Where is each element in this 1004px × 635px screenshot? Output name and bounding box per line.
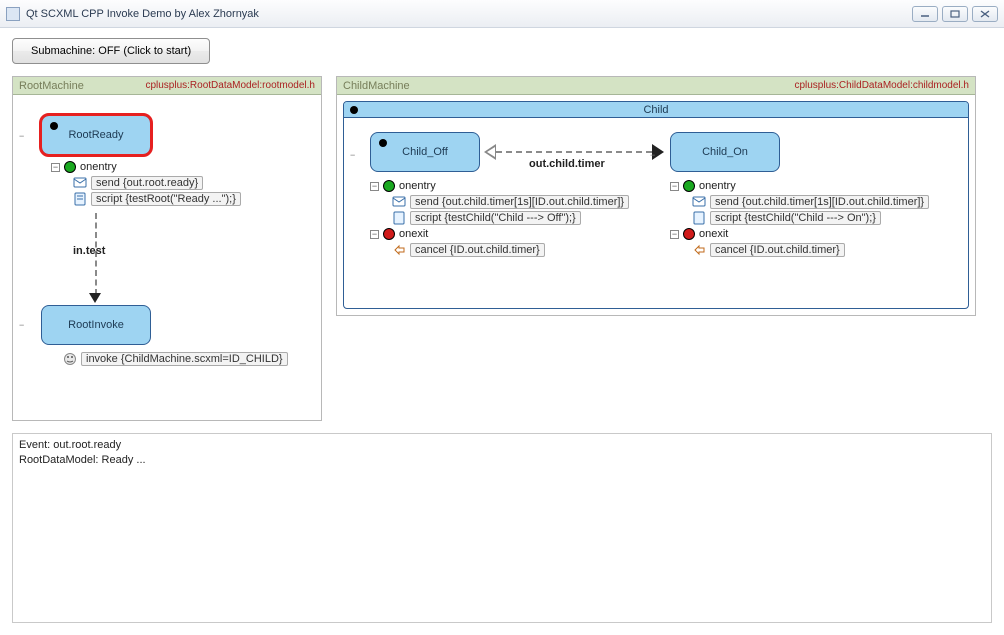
tree-toggle[interactable]: − [670, 182, 679, 191]
log-line: Event: out.root.ready [19, 438, 985, 453]
onentry-label: onentry [80, 161, 117, 173]
state-root-invoke-label: RootInvoke [68, 319, 124, 331]
state-root-ready[interactable]: RootReady [41, 115, 151, 155]
send-icon [73, 176, 87, 190]
root-machine-panel: RootMachine cplusplus:RootDataModel:root… [12, 76, 322, 421]
cancel-action[interactable]: cancel {ID.out.child.timer} [410, 243, 545, 257]
onentry-dot-icon [64, 161, 76, 173]
invoke-action[interactable]: invoke {ChildMachine.scxml=ID_CHILD} [81, 352, 288, 366]
onentry-dot-icon [683, 180, 695, 192]
send-icon [392, 195, 406, 209]
tree-toggle[interactable]: − [51, 163, 60, 172]
state-child-off-label: Child_Off [402, 146, 448, 158]
onentry-label: onentry [399, 180, 436, 192]
send-action[interactable]: send {out.root.ready} [91, 176, 203, 190]
tree-toggle[interactable]: − [670, 230, 679, 239]
state-child-off[interactable]: Child_Off [370, 132, 480, 172]
cancel-icon [392, 243, 406, 257]
transition-label: out.child.timer [529, 158, 605, 170]
title-bar: Qt SCXML CPP Invoke Demo by Alex Zhornya… [0, 0, 1004, 28]
root-machine-canvas[interactable]: − RootReady − onentry send {out.root.rea… [13, 95, 321, 420]
window-title: Qt SCXML CPP Invoke Demo by Alex Zhornya… [26, 8, 912, 20]
onexit-label: onexit [399, 228, 428, 240]
app-icon [6, 7, 20, 21]
child-machine-title: ChildMachine [343, 80, 410, 92]
onentry-dot-icon [383, 180, 395, 192]
toggle-submachine-button[interactable]: Submachine: OFF (Click to start) [12, 38, 210, 64]
initial-dot-icon [379, 139, 387, 147]
event-log[interactable]: Event: out.root.ready RootDataModel: Rea… [12, 433, 992, 623]
root-machine-header: RootMachine cplusplus:RootDataModel:root… [13, 77, 321, 95]
send-icon [692, 195, 706, 209]
child-container-title-bar: Child [344, 102, 968, 118]
send-action[interactable]: send {out.child.timer[1s][ID.out.child.t… [410, 195, 629, 209]
collapse-toggle[interactable]: − [19, 131, 24, 141]
script-icon [73, 192, 87, 206]
initial-dot-icon [50, 122, 58, 130]
tree-toggle[interactable]: − [370, 230, 379, 239]
state-child-on[interactable]: Child_On [670, 132, 780, 172]
child-machine-panel: ChildMachine cplusplus:ChildDataModel:ch… [336, 76, 976, 316]
tree-toggle[interactable]: − [370, 182, 379, 191]
root-machine-meta: cplusplus:RootDataModel:rootmodel.h [145, 80, 315, 91]
child-container: Child − Child_Off − onentry send {out.chi… [343, 101, 969, 309]
log-line: RootDataModel: Ready ... [19, 453, 985, 468]
transition-label: in.test [73, 245, 105, 257]
child-machine-header: ChildMachine cplusplus:ChildDataModel:ch… [337, 77, 975, 95]
toggle-submachine-label: Submachine: OFF (Click to start) [31, 45, 191, 57]
initial-dot-icon [350, 106, 358, 114]
script-action[interactable]: script {testChild("Child ---> On");} [710, 211, 881, 225]
script-action[interactable]: script {testChild("Child ---> Off");} [410, 211, 581, 225]
collapse-toggle[interactable]: − [650, 150, 655, 160]
script-icon [692, 211, 706, 225]
state-child-on-label: Child_On [702, 146, 748, 158]
cancel-action[interactable]: cancel {ID.out.child.timer} [710, 243, 845, 257]
child-machine-canvas[interactable]: Child − Child_Off − onentry send {out.chi… [337, 95, 975, 315]
child-container-title: Child [643, 104, 668, 116]
send-action[interactable]: send {out.child.timer[1s][ID.out.child.t… [710, 195, 929, 209]
window-controls [912, 6, 998, 22]
state-root-ready-label: RootReady [68, 129, 123, 141]
onentry-label: onentry [699, 180, 736, 192]
state-root-invoke[interactable]: RootInvoke [41, 305, 151, 345]
collapse-toggle[interactable]: − [19, 320, 24, 330]
onexit-label: onexit [699, 228, 728, 240]
collapse-toggle[interactable]: − [350, 150, 355, 160]
child-machine-meta: cplusplus:ChildDataModel:childmodel.h [794, 80, 969, 91]
script-action[interactable]: script {testRoot("Ready ...");} [91, 192, 241, 206]
invoke-icon [63, 352, 77, 366]
root-machine-title: RootMachine [19, 80, 84, 92]
cancel-icon [692, 243, 706, 257]
onexit-dot-icon [683, 228, 695, 240]
back-arrow-icon [484, 144, 496, 160]
close-button[interactable] [972, 6, 998, 22]
onexit-dot-icon [383, 228, 395, 240]
arrowhead-icon [89, 293, 101, 303]
maximize-button[interactable] [942, 6, 968, 22]
script-icon [392, 211, 406, 225]
minimize-button[interactable] [912, 6, 938, 22]
